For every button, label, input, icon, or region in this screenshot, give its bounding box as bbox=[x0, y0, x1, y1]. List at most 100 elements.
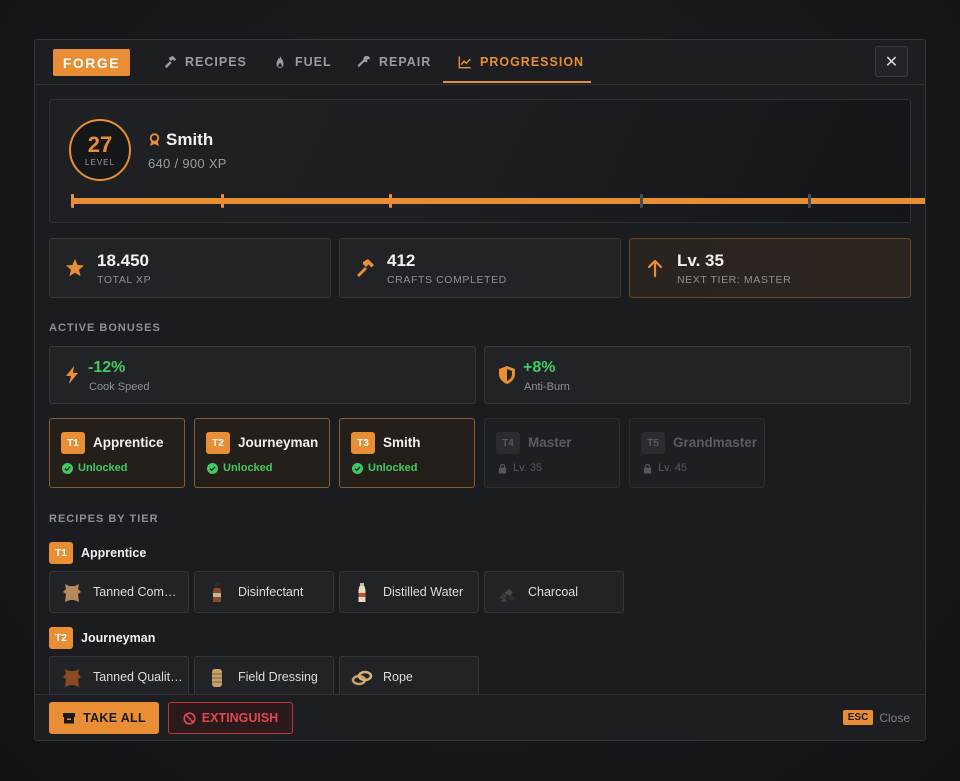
tier-status-label: Unlocked bbox=[368, 462, 418, 474]
star-icon bbox=[66, 259, 84, 277]
recipe-item[interactable]: Tanned Comm… bbox=[49, 571, 189, 613]
xp-text: 640 / 900 XP bbox=[148, 156, 227, 171]
close-button[interactable]: ✕ bbox=[875, 46, 908, 77]
bonus-anti-burn: +8% Anti-Burn bbox=[484, 346, 911, 404]
milestone-tick bbox=[389, 194, 392, 208]
group-name: Journeyman bbox=[81, 631, 156, 645]
lightning-icon bbox=[66, 366, 78, 384]
check-circle-icon bbox=[62, 462, 73, 474]
tier-badge: T4 bbox=[496, 432, 520, 454]
shield-icon bbox=[499, 366, 515, 384]
stat-value: 18.450 bbox=[97, 251, 149, 270]
rank-name: Smith bbox=[166, 130, 214, 149]
tier-name: Journeyman bbox=[238, 435, 319, 450]
recipe-item[interactable]: Tanned Qualit… bbox=[49, 656, 189, 694]
bandage-icon bbox=[212, 669, 222, 687]
extinguish-label: EXTINGUISH bbox=[201, 711, 279, 725]
prohibit-icon bbox=[183, 711, 196, 725]
tier-status-label: Lv. 45 bbox=[658, 462, 688, 474]
xp-progress-bar bbox=[71, 194, 925, 208]
recipe-name: Disinfectant bbox=[238, 585, 304, 599]
tier-status-label: Unlocked bbox=[78, 462, 128, 474]
stat-crafts-completed: 412 CRAFTS COMPLETED bbox=[339, 238, 621, 298]
level-number: 27 bbox=[87, 131, 113, 157]
tier-badge: T2 bbox=[49, 627, 73, 649]
forge-window: FORGE RECIPES FUEL REPAIR PROGRESSION ✕ … bbox=[34, 39, 926, 741]
group-name: Apprentice bbox=[81, 546, 147, 560]
tier-card-smith[interactable]: T3 Smith Unlocked bbox=[339, 418, 475, 488]
tier-status: Unlocked bbox=[352, 462, 418, 474]
lock-icon bbox=[643, 463, 652, 474]
tier-card-apprentice[interactable]: T1 Apprentice Unlocked bbox=[49, 418, 185, 488]
flame-icon bbox=[276, 55, 284, 69]
hammer-icon bbox=[164, 55, 177, 69]
recipe-item[interactable]: Field Dressing bbox=[194, 656, 334, 694]
check-circle-icon bbox=[207, 462, 218, 474]
stat-value: 412 bbox=[387, 251, 416, 270]
bonus-label: Anti-Burn bbox=[524, 381, 570, 393]
tier-status: Unlocked bbox=[62, 462, 128, 474]
esc-label: Close bbox=[879, 710, 910, 725]
recipe-name: Rope bbox=[383, 670, 413, 684]
recipe-item[interactable]: Disinfectant bbox=[194, 571, 334, 613]
rank-title: Smith bbox=[148, 130, 213, 150]
tab-label: PROGRESSION bbox=[480, 55, 585, 69]
tab-label: REPAIR bbox=[379, 55, 432, 69]
esc-close-hint[interactable]: ESC Close bbox=[842, 710, 910, 725]
tier-card-journeyman[interactable]: T2 Journeyman Unlocked bbox=[194, 418, 330, 488]
level-ring: 27 LEVEL bbox=[69, 119, 131, 181]
tab-fuel[interactable]: FUEL bbox=[273, 40, 332, 84]
stat-value: Lv. 35 bbox=[677, 251, 724, 270]
leather-hide-icon bbox=[63, 669, 81, 687]
tab-label: FUEL bbox=[295, 55, 332, 69]
leather-hide-icon bbox=[63, 584, 81, 602]
recipe-item[interactable]: Distilled Water bbox=[339, 571, 479, 613]
stat-label: CRAFTS COMPLETED bbox=[387, 274, 507, 286]
level-label: LEVEL bbox=[85, 157, 115, 167]
hammer-icon bbox=[357, 259, 374, 277]
tab-progression[interactable]: PROGRESSION bbox=[458, 40, 584, 84]
tier-badge: T3 bbox=[351, 432, 375, 454]
close-icon: ✕ bbox=[884, 53, 899, 71]
box-icon bbox=[63, 713, 76, 724]
tier-badge: T2 bbox=[206, 432, 230, 454]
tier-card-grandmaster[interactable]: T5 Grandmaster Lv. 45 bbox=[629, 418, 765, 488]
tab-repair[interactable]: REPAIR bbox=[357, 40, 431, 84]
esc-key: ESC bbox=[842, 710, 874, 725]
tab-recipes[interactable]: RECIPES bbox=[163, 40, 247, 84]
bonus-value: -12% bbox=[88, 359, 126, 376]
rope-icon bbox=[351, 670, 373, 686]
bonus-label: Cook Speed bbox=[89, 381, 150, 393]
milestone-tick-locked bbox=[640, 194, 643, 208]
level-card: 27 LEVEL Smith 640 / 900 XP bbox=[49, 99, 925, 223]
line-chart-icon bbox=[458, 56, 471, 69]
forge-badge: FORGE bbox=[53, 49, 130, 76]
take-all-button[interactable]: TAKE ALL bbox=[49, 702, 159, 734]
recipe-item[interactable]: Charcoal bbox=[484, 571, 624, 613]
stat-next-tier: Lv. 35 NEXT TIER: MASTER bbox=[629, 238, 911, 298]
recipe-item[interactable]: Rope bbox=[339, 656, 479, 694]
tier-status-label: Lv. 35 bbox=[513, 462, 543, 474]
header: FORGE RECIPES FUEL REPAIR PROGRESSION ✕ bbox=[35, 40, 925, 85]
bonus-cook-speed: -12% Cook Speed bbox=[49, 346, 476, 404]
stat-total-xp: 18.450 TOTAL XP bbox=[49, 238, 331, 298]
tier-name: Apprentice bbox=[93, 435, 164, 450]
arrow-up-icon bbox=[647, 259, 663, 278]
water-bottle-icon bbox=[358, 583, 366, 602]
active-bonuses-title: ACTIVE BONUSES bbox=[49, 322, 161, 334]
recipe-name: Tanned Comm… bbox=[93, 585, 183, 599]
tier-status: Unlocked bbox=[207, 462, 273, 474]
tier-status-label: Unlocked bbox=[223, 462, 273, 474]
recipe-name: Charcoal bbox=[528, 585, 579, 599]
tier-status: Lv. 45 bbox=[642, 462, 687, 474]
recipe-group-header-t1: T1 Apprentice bbox=[49, 542, 146, 564]
bonus-value: +8% bbox=[523, 359, 556, 376]
tier-name: Smith bbox=[383, 435, 421, 450]
extinguish-button[interactable]: EXTINGUISH bbox=[168, 702, 293, 734]
recipe-name: Field Dressing bbox=[238, 670, 318, 684]
tab-label: RECIPES bbox=[185, 55, 247, 69]
progression-content[interactable]: 27 LEVEL Smith 640 / 900 XP 18.450 TOTAL… bbox=[35, 85, 925, 694]
tier-card-master[interactable]: T4 Master Lv. 35 bbox=[484, 418, 620, 488]
recipe-name: Distilled Water bbox=[383, 585, 464, 599]
tier-name: Grandmaster bbox=[673, 435, 758, 450]
